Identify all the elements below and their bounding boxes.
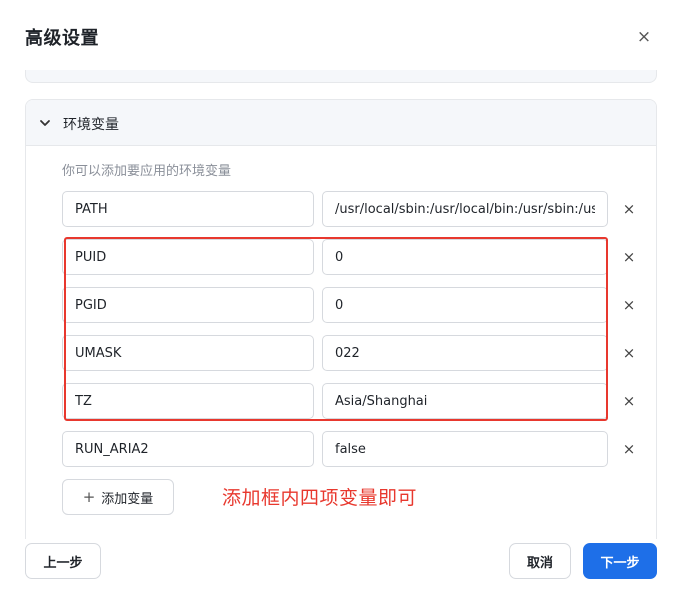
- remove-icon[interactable]: ×: [619, 438, 639, 460]
- env-value-input[interactable]: [322, 239, 608, 275]
- env-value-input[interactable]: [322, 191, 608, 227]
- env-value-input[interactable]: [322, 287, 608, 323]
- annotation-text: 添加框内四项变量即可: [222, 487, 418, 509]
- env-value-input[interactable]: [322, 431, 608, 467]
- remove-icon[interactable]: ×: [619, 342, 639, 364]
- add-variable-button[interactable]: + 添加变量: [62, 479, 174, 515]
- env-key-input[interactable]: [62, 239, 314, 275]
- env-value-input[interactable]: [322, 335, 608, 371]
- env-row: ×: [62, 287, 652, 323]
- env-vars-hint: 你可以添加要应用的环境变量: [62, 164, 232, 179]
- env-key-input[interactable]: [62, 383, 314, 419]
- env-key-input[interactable]: [62, 431, 314, 467]
- remove-icon[interactable]: ×: [619, 390, 639, 412]
- env-row: ×: [62, 431, 652, 467]
- cancel-button[interactable]: 取消: [509, 543, 571, 579]
- env-row: ×: [62, 191, 652, 227]
- section-title: 环境变量: [63, 117, 119, 133]
- env-row: ×: [62, 239, 652, 275]
- env-row: ×: [62, 383, 652, 419]
- close-icon[interactable]: ×: [632, 26, 656, 50]
- previous-step-button[interactable]: 上一步: [25, 543, 101, 579]
- env-key-input[interactable]: [62, 287, 314, 323]
- env-vars-section-header[interactable]: 环境变量: [26, 100, 656, 146]
- env-row: ×: [62, 335, 652, 371]
- advanced-settings-dialog: 高级设置 × 环境变量 你可以添加要应用的环境变量 × × × × ×: [0, 0, 682, 598]
- env-value-input[interactable]: [322, 383, 608, 419]
- next-step-button[interactable]: 下一步: [583, 543, 657, 579]
- remove-icon[interactable]: ×: [619, 246, 639, 268]
- remove-icon[interactable]: ×: [619, 198, 639, 220]
- add-variable-label: 添加变量: [101, 491, 154, 507]
- previous-section-panel: [25, 70, 657, 83]
- dialog-title: 高级设置: [25, 28, 99, 49]
- env-key-input[interactable]: [62, 191, 314, 227]
- remove-icon[interactable]: ×: [619, 294, 639, 316]
- plus-icon: +: [82, 488, 96, 506]
- chevron-down-icon: [40, 120, 50, 126]
- env-key-input[interactable]: [62, 335, 314, 371]
